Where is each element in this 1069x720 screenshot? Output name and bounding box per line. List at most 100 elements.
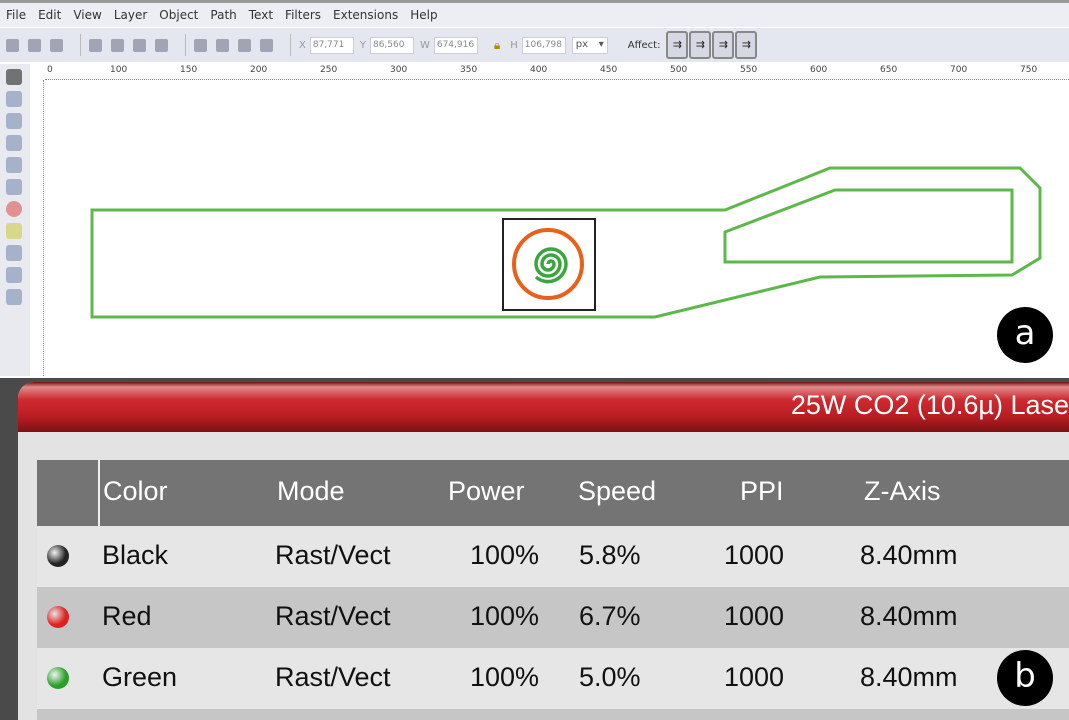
ruler-label: 550	[740, 65, 758, 75]
rotate-cw-icon[interactable]	[111, 38, 124, 52]
settings-table: Color Mode Power Speed PPI Z-Axis Black R…	[37, 460, 1069, 720]
table-row[interactable]: Green Rast/Vect 100% 5.0% 1000 8.40mm	[37, 648, 1069, 709]
cell-mode: Rast/Vect	[275, 601, 391, 631]
ruler-label: 450	[600, 65, 618, 75]
h-input[interactable]: 106,798	[521, 36, 566, 54]
header-ppi: PPI	[740, 476, 784, 506]
divider	[290, 34, 291, 56]
table-header: Color Mode Power Speed PPI Z-Axis	[37, 460, 1069, 526]
column-divider	[98, 460, 100, 526]
table-row[interactable]	[37, 709, 1069, 720]
green-spiral[interactable]	[534, 247, 568, 284]
spiral-tool-icon[interactable]	[6, 245, 22, 261]
cell-speed: 5.8%	[579, 540, 641, 570]
ruler-label: 700	[950, 65, 968, 75]
divider	[80, 34, 81, 56]
color-swatch-icon	[47, 545, 69, 567]
cell-power: 100%	[470, 662, 540, 692]
divider	[185, 34, 186, 56]
unit-select[interactable]: px ▾	[571, 36, 608, 54]
node-tool-icon[interactable]	[6, 91, 22, 107]
selection-box[interactable]	[502, 218, 596, 311]
menu-help[interactable]: Help	[410, 8, 437, 22]
y-input[interactable]: 86,560	[369, 36, 414, 54]
ruler-label: 350	[460, 65, 478, 75]
ruler-label: 500	[670, 65, 688, 75]
w-input[interactable]: 674,916	[433, 36, 478, 54]
raise-icon[interactable]	[216, 38, 229, 52]
pencil-tool-icon[interactable]	[6, 267, 22, 283]
menu-object[interactable]: Object	[159, 8, 198, 22]
selector-tool-icon[interactable]	[6, 69, 22, 85]
cell-z: 8.40mm	[860, 540, 958, 570]
header-power: Power	[448, 476, 525, 506]
ruler-label: 400	[530, 65, 548, 75]
affect-stroke-width-button[interactable]: ⇉	[666, 31, 689, 59]
menu-bar: File Edit View Layer Object Path Text Fi…	[0, 0, 1069, 27]
y-label: Y	[359, 39, 366, 51]
affect-rounded-corners-button[interactable]: ⇉	[689, 31, 712, 59]
zoom-tool-icon[interactable]	[6, 135, 22, 151]
tweak-tool-icon[interactable]	[6, 113, 22, 129]
flip-horizontal-icon[interactable]	[133, 38, 146, 52]
menu-file[interactable]: File	[6, 8, 26, 22]
table-row[interactable]: Red Rast/Vect 100% 6.7% 1000 8.40mm	[37, 587, 1069, 648]
table-row[interactable]: Black Rast/Vect 100% 5.8% 1000 8.40mm	[37, 526, 1069, 587]
3d-box-tool-icon[interactable]	[6, 179, 22, 195]
color-swatch-icon	[47, 606, 69, 628]
laser-settings-panel: 25W CO2 (10.6µ) Lase Color Mode Power Sp…	[0, 378, 1069, 720]
rotate-ccw-icon[interactable]	[89, 38, 102, 52]
pen-tool-icon[interactable]	[6, 289, 22, 305]
cell-ppi: 1000	[724, 601, 785, 631]
horizontal-ruler: 0 100 150 200 250 300 350 400 450 500 55…	[45, 64, 1069, 80]
ruler-label: 200	[250, 65, 268, 75]
header-mode: Mode	[277, 476, 345, 506]
header-speed: Speed	[578, 476, 657, 506]
unit-value: px	[575, 38, 589, 50]
label-badge-a: a	[997, 307, 1053, 363]
cell-speed: 6.7%	[579, 601, 641, 631]
laser-title: 25W CO2 (10.6µ) Lase	[18, 382, 1069, 432]
lower-icon[interactable]	[238, 38, 251, 52]
raise-to-top-icon[interactable]	[194, 38, 207, 52]
menu-path[interactable]: Path	[210, 8, 236, 22]
rectangle-tool-icon[interactable]	[6, 157, 22, 173]
tool-controls-bar: X 87,771 Y 86,560 W 674,916 🔒︎ H 106,798 px ▾…	[0, 28, 1069, 62]
affect-patterns-button[interactable]: ⇉	[735, 31, 758, 59]
cell-z: 8.40mm	[860, 662, 958, 692]
select-all-layers-icon[interactable]	[28, 38, 41, 52]
chevron-down-icon: ▾	[598, 38, 604, 50]
menu-text[interactable]: Text	[249, 8, 273, 22]
color-swatch-icon	[47, 667, 69, 689]
lower-to-bottom-icon[interactable]	[260, 38, 273, 52]
menu-layer[interactable]: Layer	[114, 8, 147, 22]
ellipse-tool-icon[interactable]	[6, 201, 22, 217]
header-z-axis: Z-Axis	[864, 476, 941, 506]
h-label: H	[510, 39, 518, 51]
cell-color: Black	[102, 540, 169, 570]
affect-label: Affect:	[627, 39, 661, 51]
vertical-ruler	[30, 80, 44, 376]
select-all-icon[interactable]	[6, 38, 19, 52]
lock-icon[interactable]: 🔒︎	[494, 38, 500, 53]
outline-shape[interactable]	[90, 166, 1042, 319]
deselect-icon[interactable]	[50, 38, 63, 52]
x-label: X	[299, 39, 306, 51]
ruler-label: 750	[1020, 65, 1038, 75]
orange-circle[interactable]	[512, 228, 584, 300]
affect-gradients-button[interactable]: ⇉	[712, 31, 735, 59]
cell-speed: 5.0%	[579, 662, 641, 692]
menu-filters[interactable]: Filters	[285, 8, 321, 22]
cell-mode: Rast/Vect	[275, 662, 391, 692]
cell-mode: Rast/Vect	[275, 540, 391, 570]
flip-vertical-icon[interactable]	[155, 38, 168, 52]
star-tool-icon[interactable]	[6, 223, 22, 239]
x-input[interactable]: 87,771	[309, 36, 354, 54]
menu-view[interactable]: View	[73, 8, 101, 22]
menu-extensions[interactable]: Extensions	[333, 8, 398, 22]
header-color: Color	[103, 476, 168, 506]
cell-z: 8.40mm	[860, 601, 958, 631]
menu-edit[interactable]: Edit	[38, 8, 61, 22]
toolbox	[0, 64, 30, 376]
label-badge-b: b	[997, 650, 1053, 706]
